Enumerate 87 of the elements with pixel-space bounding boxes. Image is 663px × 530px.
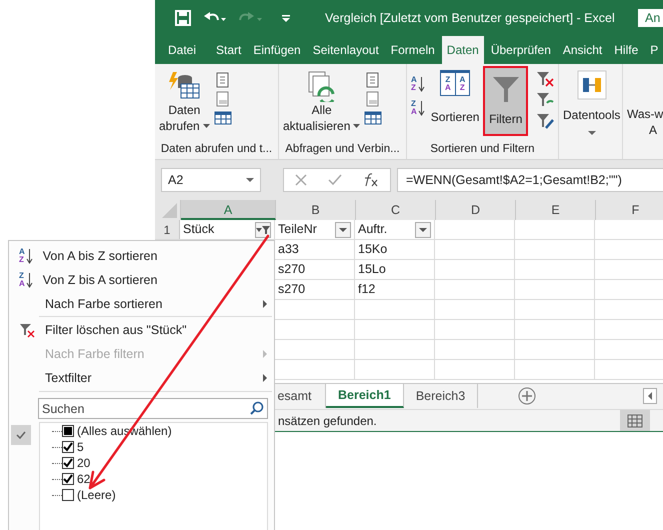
ribbon-tab[interactable]: Start	[211, 36, 246, 64]
funnel-icon	[490, 74, 521, 104]
confirm-icon	[328, 174, 342, 186]
save-icon	[175, 10, 191, 26]
search-field[interactable]: Suchen	[38, 398, 268, 419]
funnel-icon	[256, 224, 270, 234]
row-header: 1	[155, 220, 180, 239]
ribbon-tab[interactable]: Ansicht	[558, 36, 608, 64]
table-cell-text: s270	[278, 261, 306, 278]
checkbox-label: 20	[77, 455, 90, 472]
name-box[interactable]: A2	[161, 168, 261, 192]
table-cell-text: 15Lo	[358, 261, 386, 278]
submenu-arrow-icon	[262, 374, 268, 382]
sheet-tab[interactable]: Bereich1	[326, 384, 404, 408]
table-cell-text: TeileNr	[278, 221, 318, 238]
menu-item[interactable]: Textfilter	[9, 366, 274, 390]
menu-item[interactable]: Nach Farbe sortieren	[9, 292, 274, 316]
status-text: nsätzen gefunden.	[278, 412, 378, 430]
advanced-filter-icon	[536, 112, 554, 130]
table-cell-text: 15Ko	[358, 241, 388, 258]
filter-button[interactable]	[255, 222, 271, 238]
ribbon-button[interactable]: Was-w A	[627, 106, 663, 138]
clear-filter-icon	[19, 322, 35, 338]
column-header[interactable]: A	[181, 200, 276, 220]
formula-field[interactable]: =WENN(Gesamt!$A2=1;Gesamt!B2;"")	[397, 168, 663, 192]
ribbon-tab[interactable]: Formeln	[386, 36, 440, 64]
checkbox[interactable]	[62, 473, 74, 485]
ribbon-button[interactable]: Z A A Z Sortieren	[428, 70, 482, 126]
ribbon-tab[interactable]: Einfügen	[248, 36, 306, 64]
ribbon-tab[interactable]: Überprüfen	[486, 36, 556, 64]
window-title: Vergleich [Zuletzt vom Benutzer gespeichert] - Excel	[325, 10, 615, 27]
scroll-left-icon	[643, 388, 657, 404]
ribbon-tab[interactable]: Hilfe	[609, 36, 644, 64]
sort-icon: Z A A Z	[440, 70, 470, 96]
checkbox-label: 5	[77, 439, 84, 456]
ribbon-button[interactable]: Datentools	[563, 70, 620, 136]
dropdown-icon	[418, 226, 428, 232]
ribbon-button[interactable]: Alle aktualisieren	[283, 70, 360, 134]
submenu-arrow-icon	[262, 350, 268, 358]
ribbon-group-label: Abfragen und Verbin...	[284, 142, 401, 157]
filter-button[interactable]	[415, 222, 431, 238]
ribbon-tab[interactable]: P	[645, 36, 663, 64]
table-cell-text: a33	[278, 241, 299, 258]
ribbon-tab[interactable]: Datei	[163, 36, 202, 64]
table-icon	[214, 110, 232, 126]
table-cell-text: f12	[358, 281, 376, 298]
column-header[interactable]: F	[596, 200, 663, 220]
refresh-filter-icon	[536, 91, 554, 109]
dropdown-icon	[353, 124, 360, 128]
checkbox[interactable]	[62, 457, 74, 469]
function-icon	[363, 173, 380, 187]
ribbon-button[interactable]: Daten abrufen	[159, 70, 210, 134]
submenu-arrow-icon	[262, 300, 268, 308]
table-cell-text: s270	[278, 281, 306, 298]
checkbox-label: (Leere)	[77, 487, 116, 504]
search-icon	[250, 401, 264, 415]
check-icon	[11, 425, 31, 445]
checkbox[interactable]	[62, 441, 74, 453]
ribbon-group-label: Daten abrufen und t...	[160, 142, 274, 157]
ribbon-tab[interactable]: Seitenlayout	[308, 36, 384, 64]
ribbon-group-label: Sortieren und Filtern	[429, 142, 536, 157]
menu-item[interactable]: A Z Von A bis Z sortieren	[9, 244, 274, 268]
dropdown-icon	[202, 124, 210, 128]
table-icon	[364, 110, 382, 126]
column-header[interactable]: B	[276, 200, 356, 220]
data-tools-icon	[576, 70, 607, 100]
cancel-icon	[294, 174, 307, 186]
dropdown-icon	[338, 226, 348, 232]
account-button[interactable]: An	[638, 9, 663, 27]
customize-icon	[281, 13, 291, 23]
menu-item[interactable]: Filter löschen aus "Stück"	[9, 318, 274, 342]
dropdown-icon	[588, 130, 596, 136]
add-sheet-icon	[518, 387, 536, 405]
sheet-tab[interactable]: Bereich3	[404, 384, 478, 408]
ribbon-tab[interactable]: Daten	[442, 36, 484, 64]
menu-item[interactable]: Z A Von Z bis A sortieren	[9, 268, 274, 292]
column-header[interactable]: E	[516, 200, 596, 220]
checkbox[interactable]	[62, 489, 74, 501]
column-header[interactable]: C	[356, 200, 436, 220]
table-cell-text: Stück	[183, 221, 216, 238]
checkbox-label: 62	[77, 471, 90, 488]
table-cell-text: Auftr.	[358, 221, 388, 238]
column-header[interactable]: D	[436, 200, 516, 220]
ribbon-button[interactable]: Filtern	[485, 68, 526, 134]
clear-filter-icon	[536, 70, 554, 88]
dropdown-icon	[246, 177, 254, 183]
filter-button[interactable]	[335, 222, 351, 238]
